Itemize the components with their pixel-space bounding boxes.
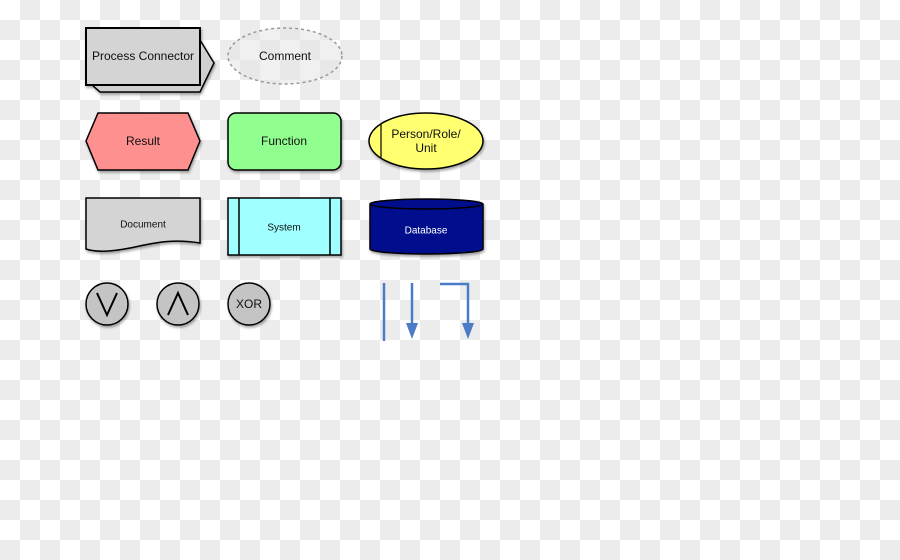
person-label-line1: Person/Role/: [391, 127, 461, 141]
comment-shape[interactable]: Comment: [227, 27, 343, 85]
arrow-down-icon: [462, 323, 474, 339]
person-label-line2: Unit: [415, 141, 437, 155]
xor-operator[interactable]: XOR: [227, 282, 271, 326]
process-connector-shape[interactable]: Process Connector: [85, 27, 215, 93]
result-label: Result: [126, 134, 161, 148]
and-operator[interactable]: [156, 282, 200, 326]
arrow-down-icon: [406, 323, 418, 339]
document-shape[interactable]: Document: [85, 197, 201, 252]
epc-shape-palette: Process Connector Comment Result Functio…: [85, 27, 484, 341]
or-operator[interactable]: [85, 282, 129, 326]
result-shape[interactable]: Result: [85, 112, 201, 171]
system-label: System: [267, 223, 300, 234]
function-shape[interactable]: Function: [227, 112, 342, 171]
elbow-arrow-connector[interactable]: [440, 282, 474, 339]
system-shape[interactable]: System: [227, 197, 342, 256]
document-label: Document: [120, 220, 166, 231]
arrow-connector[interactable]: [406, 283, 418, 339]
database-label: Database: [405, 226, 448, 237]
person-role-unit-shape[interactable]: Person/Role/ Unit: [368, 112, 484, 170]
function-label: Function: [261, 134, 307, 148]
comment-label: Comment: [259, 49, 312, 63]
xor-label: XOR: [236, 297, 262, 311]
process-connector-label: Process Connector: [92, 49, 194, 63]
database-shape[interactable]: Database: [369, 198, 484, 255]
